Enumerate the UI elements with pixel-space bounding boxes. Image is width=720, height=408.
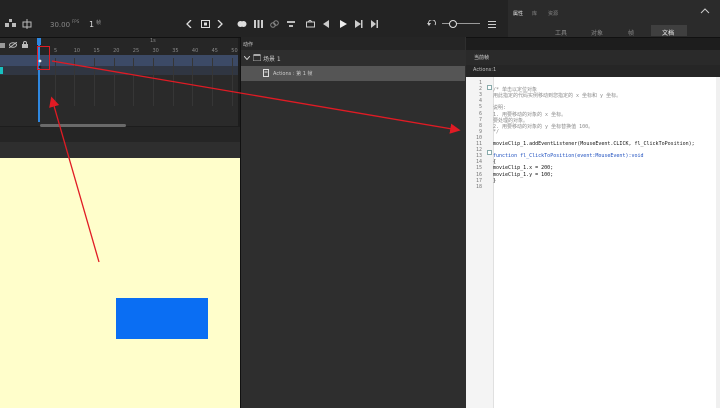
annotation-arrows bbox=[49, 60, 461, 263]
annotation-arrow-to-code bbox=[51, 60, 461, 134]
annotation-arrow-to-keyframe bbox=[49, 96, 100, 263]
